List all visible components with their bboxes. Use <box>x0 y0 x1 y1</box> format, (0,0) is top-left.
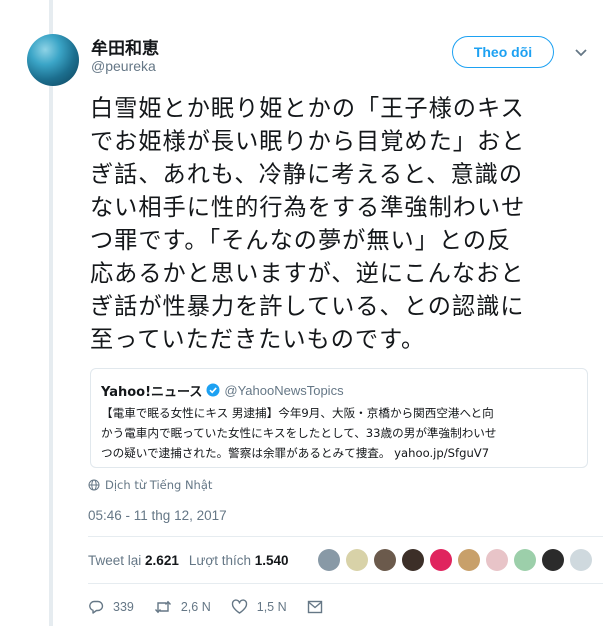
avatar[interactable] <box>542 549 564 571</box>
translate-link[interactable]: Dịch từ Tiếng Nhật <box>88 478 212 492</box>
message-icon <box>307 600 322 614</box>
divider <box>88 536 603 537</box>
retweet-count: 2,6 N <box>180 600 211 614</box>
reply-icon <box>89 600 104 614</box>
retweet-icon <box>154 600 171 614</box>
retweet-count-link[interactable]: Tweet lại 2.621 <box>88 553 179 568</box>
avatar[interactable] <box>458 549 480 571</box>
engagement-stats: Tweet lại 2.621 Lượt thích 1.540 <box>88 553 289 568</box>
translate-label: Dịch từ Tiếng Nhật <box>105 478 213 492</box>
retweet-button[interactable]: 2,6 N <box>154 599 211 615</box>
like-button[interactable]: 1,5 N <box>231 599 287 615</box>
quoted-tweet-text: 【電車で眠る女性にキス 男逮捕】今年9月、大阪・京橋から関西空港へと向 かう電車… <box>101 406 497 460</box>
avatar[interactable] <box>346 549 368 571</box>
like-count-link[interactable]: Lượt thích 1.540 <box>189 553 289 568</box>
avatar[interactable] <box>486 549 508 571</box>
avatar[interactable] <box>318 549 340 571</box>
reply-button[interactable]: 339 <box>88 599 134 615</box>
reply-count: 339 <box>113 600 134 614</box>
chevron-down-icon[interactable] <box>573 44 589 60</box>
quoted-tweet-card[interactable]: Yahoo!ニュース @YahooNewsTopics 【電車で眠る女性にキス … <box>90 368 588 468</box>
divider <box>88 583 603 584</box>
quoted-author-handle: @YahooNewsTopics <box>224 382 344 398</box>
tweet-actions: 339 2,6 N 1,5 N <box>88 599 352 615</box>
verified-icon <box>206 383 220 397</box>
avatar[interactable] <box>402 549 424 571</box>
avatar[interactable] <box>27 34 79 86</box>
author-name[interactable]: 牟田和恵 <box>91 34 159 59</box>
avatar[interactable] <box>374 549 396 571</box>
avatar[interactable] <box>430 549 452 571</box>
timestamp[interactable]: 05:46 - 11 thg 12, 2017 <box>88 508 227 523</box>
globe-icon <box>88 479 100 491</box>
like-count: 1,5 N <box>256 600 287 614</box>
author-handle[interactable]: @peureka <box>91 58 156 74</box>
thread-line <box>49 0 53 626</box>
heart-icon <box>231 599 247 614</box>
message-button[interactable] <box>307 600 332 614</box>
avatar[interactable] <box>570 549 592 571</box>
liker-avatars <box>318 549 598 571</box>
follow-button[interactable]: Theo dõi <box>452 36 554 68</box>
tweet-text: 白雪姫とか眠り姫とかの「王子様のキス でお姫様が長い眠りから目覚めた」おと ぎ話… <box>90 95 526 353</box>
quoted-author-name: Yahoo!ニュース <box>101 384 203 400</box>
avatar[interactable] <box>514 549 536 571</box>
